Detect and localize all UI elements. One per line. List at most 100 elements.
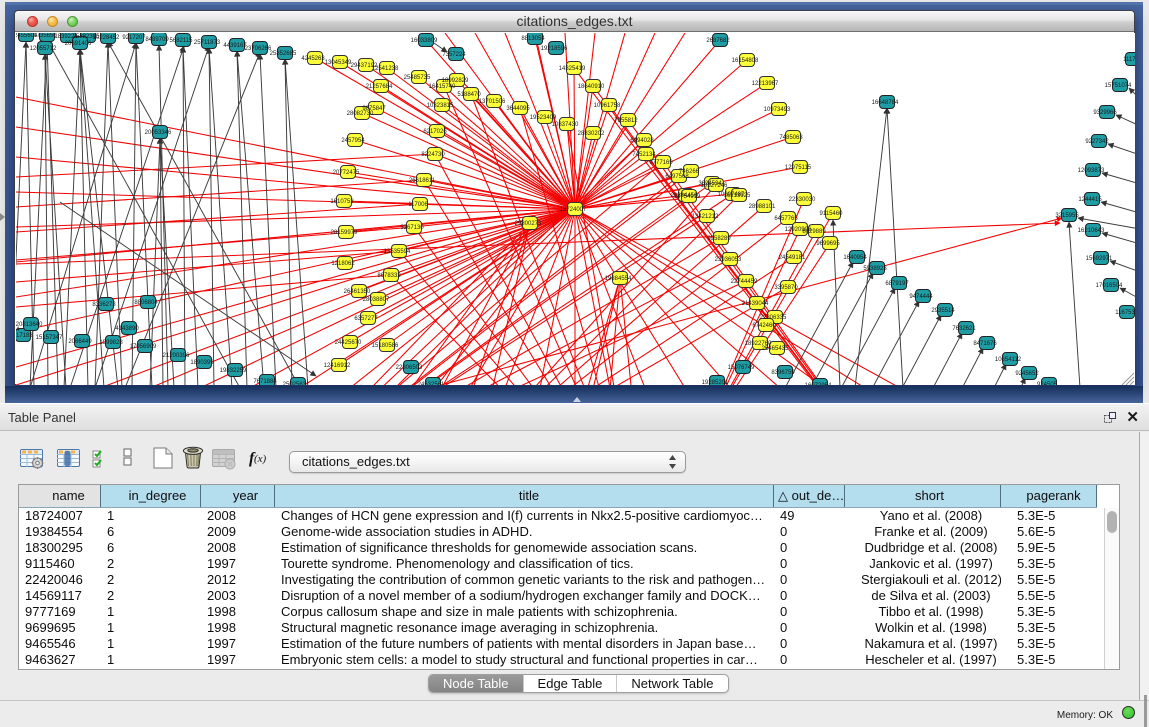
svg-text:2687682: 2687682 <box>706 38 730 44</box>
svg-text:4245263: 4245263 <box>301 56 325 62</box>
svg-text:6994028: 6994028 <box>630 138 654 144</box>
svg-text:19285201: 19285201 <box>702 380 729 385</box>
svg-text:13421212: 13421212 <box>692 214 719 220</box>
svg-text:9217207: 9217207 <box>122 35 146 41</box>
svg-text:8806804: 8806804 <box>134 300 158 306</box>
svg-text:24425670: 24425670 <box>335 340 362 346</box>
svg-text:5682115: 5682115 <box>170 38 194 44</box>
svg-text:12213967: 12213967 <box>752 81 779 87</box>
svg-text:746266: 746266 <box>679 169 700 175</box>
svg-text:5938923: 5938923 <box>863 266 887 272</box>
svg-text:15180586: 15180586 <box>372 343 399 349</box>
svg-text:6457765: 6457765 <box>774 216 798 222</box>
svg-text:12416912: 12416912 <box>324 363 351 369</box>
svg-text:6217026: 6217026 <box>423 129 447 135</box>
svg-text:21439044: 21439044 <box>742 301 769 307</box>
svg-text:116753: 116753 <box>1115 310 1135 316</box>
svg-text:23936053: 23936053 <box>715 257 742 263</box>
svg-text:8224730: 8224730 <box>421 152 445 158</box>
svg-text:9777169: 9777169 <box>649 160 673 166</box>
svg-text:10973493: 10973493 <box>764 107 791 113</box>
svg-text:3644095: 3644095 <box>506 106 530 112</box>
svg-text:21257684: 21257684 <box>366 84 393 90</box>
svg-text:16072954: 16072954 <box>805 383 832 385</box>
svg-text:9245652: 9245652 <box>1015 371 1039 377</box>
svg-text:17956909: 17956909 <box>130 344 157 350</box>
svg-text:7632621: 7632621 <box>952 326 976 332</box>
svg-text:15692971: 15692971 <box>1086 256 1113 262</box>
svg-text:16033809: 16033809 <box>411 38 438 44</box>
svg-text:9699695: 9699695 <box>816 241 840 247</box>
svg-text:26461350: 26461350 <box>344 289 371 295</box>
svg-text:16648784: 16648784 <box>872 100 899 106</box>
svg-text:16210643: 16210643 <box>1078 228 1105 234</box>
svg-text:5188470: 5188470 <box>457 92 481 98</box>
svg-text:9958289: 9958289 <box>707 236 731 242</box>
svg-text:16213925: 16213925 <box>724 193 751 199</box>
svg-text:117006: 117006 <box>408 202 428 208</box>
svg-text:1218062: 1218062 <box>331 261 355 267</box>
svg-text:20813640: 20813640 <box>16 322 43 328</box>
svg-text:19218596: 19218596 <box>541 46 568 52</box>
svg-text:20053346: 20053346 <box>145 130 172 136</box>
svg-text:16415740: 16415740 <box>429 84 456 90</box>
svg-text:15751074: 15751074 <box>1105 83 1132 89</box>
svg-text:3917183: 3917183 <box>16 333 33 339</box>
svg-text:25465435: 25465435 <box>762 346 789 352</box>
svg-text:23706266: 23706266 <box>245 46 272 52</box>
svg-text:28830202: 28830202 <box>578 131 605 137</box>
svg-text:1640954: 1640954 <box>843 255 867 261</box>
svg-text:10654112: 10654112 <box>995 357 1022 363</box>
svg-text:12055712: 12055712 <box>30 46 57 52</box>
svg-text:12541238: 12541238 <box>372 66 399 72</box>
svg-text:4143890: 4143890 <box>115 326 139 332</box>
svg-text:1244415: 1244415 <box>1078 197 1102 203</box>
svg-text:6357277: 6357277 <box>354 316 378 322</box>
svg-text:15076749: 15076749 <box>728 365 755 371</box>
svg-text:24532561: 24532561 <box>418 382 445 385</box>
svg-text:29300273: 29300273 <box>515 221 542 227</box>
svg-text:24549181: 24549181 <box>779 255 806 261</box>
svg-text:22744459: 22744459 <box>731 279 758 285</box>
svg-text:20772475: 20772475 <box>333 170 360 176</box>
svg-text:3215955: 3215955 <box>1055 213 1079 219</box>
svg-text:13701506: 13701506 <box>479 99 506 105</box>
svg-text:12093873: 12093873 <box>1078 168 1105 174</box>
svg-text:8396759: 8396759 <box>771 370 795 376</box>
svg-text:15157347: 15157347 <box>36 335 63 341</box>
svg-text:18992829: 18992829 <box>442 78 469 84</box>
svg-text:18724007: 18724007 <box>560 207 587 213</box>
svg-text:7485063: 7485063 <box>779 135 803 141</box>
svg-text:12975115: 12975115 <box>785 165 812 171</box>
svg-text:16154808: 16154808 <box>732 58 759 64</box>
svg-text:2066449: 2066449 <box>68 339 92 345</box>
svg-text:8029889: 8029889 <box>802 229 826 235</box>
svg-text:6742460: 6742460 <box>752 323 776 329</box>
svg-text:2457954: 2457954 <box>341 138 365 144</box>
svg-text:8678332: 8678332 <box>377 273 401 279</box>
svg-text:6879197: 6879197 <box>885 281 909 287</box>
svg-text:18640910: 18640910 <box>578 84 605 90</box>
svg-text:1999828: 1999828 <box>99 340 123 346</box>
svg-text:1890399: 1890399 <box>190 360 214 366</box>
svg-text:14325419: 14325419 <box>559 66 586 72</box>
svg-text:10327246: 10327246 <box>701 183 728 189</box>
svg-text:13754919: 13754919 <box>674 194 701 200</box>
svg-text:28082730: 28082730 <box>347 111 374 117</box>
svg-text:25485735: 25485735 <box>404 75 431 81</box>
svg-text:2935514: 2935514 <box>931 308 955 314</box>
svg-text:10228452: 10228452 <box>93 35 120 41</box>
svg-text:19384554: 19384554 <box>605 276 632 282</box>
svg-text:7357224: 7357224 <box>442 52 466 58</box>
svg-text:9115460: 9115460 <box>820 211 844 217</box>
svg-text:13535594: 13535594 <box>384 249 411 255</box>
svg-text:9474444: 9474444 <box>909 294 933 300</box>
svg-text:22806503: 22806503 <box>396 365 423 371</box>
svg-text:19523409: 19523409 <box>530 115 557 121</box>
svg-text:8471676: 8471676 <box>973 341 997 347</box>
svg-text:1610753: 1610753 <box>330 199 354 205</box>
svg-text:7452134: 7452134 <box>632 152 656 158</box>
svg-text:7671884: 7671884 <box>253 379 277 385</box>
svg-text:(x): (x) <box>254 453 267 465</box>
svg-text:3395870: 3395870 <box>774 285 798 291</box>
